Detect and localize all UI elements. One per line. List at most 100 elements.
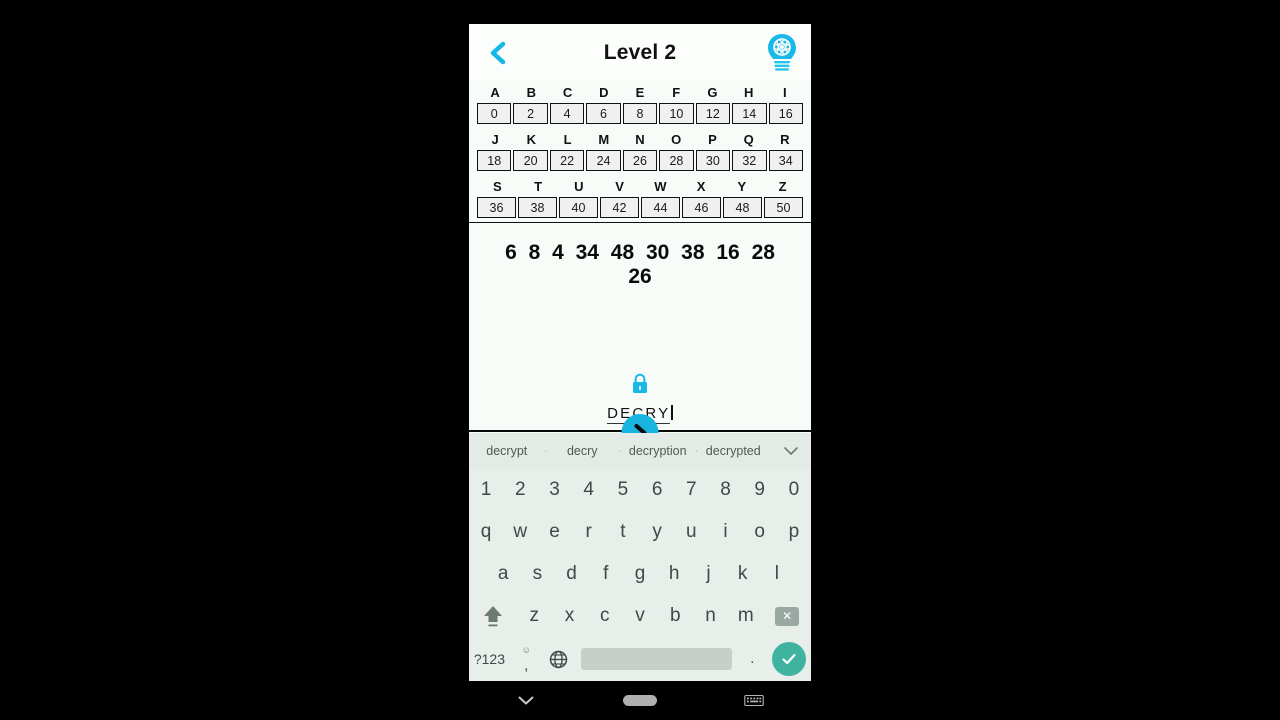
key-b[interactable]: b [658, 595, 693, 637]
cipher-value: 32 [732, 150, 767, 171]
space-key[interactable] [581, 648, 732, 670]
key-n[interactable]: n [693, 595, 728, 637]
keyboard-row-numbers: 1 2 3 4 5 6 7 8 9 0 [469, 469, 811, 511]
globe-icon [550, 650, 568, 668]
hint-button[interactable] [762, 30, 802, 76]
shift-key[interactable] [469, 595, 517, 637]
cipher-letter: R [780, 131, 790, 147]
key-c[interactable]: c [587, 595, 622, 637]
key-r[interactable]: r [572, 511, 606, 553]
emoji-icon: ☺ [521, 645, 531, 655]
key-m[interactable]: m [728, 595, 763, 637]
cipher-value: 18 [477, 150, 512, 171]
key-k[interactable]: k [726, 553, 760, 595]
key-h[interactable]: h [657, 553, 691, 595]
cipher-letter: K [526, 131, 537, 147]
cipher-letter: J [491, 131, 499, 147]
cipher-letter: S [493, 178, 502, 194]
cipher-value: 40 [559, 197, 598, 218]
virtual-keyboard: decrypt decry decryption decrypted 1 2 3… [469, 433, 811, 681]
key-w[interactable]: w [503, 511, 537, 553]
suggestion-item[interactable]: decry [544, 444, 621, 458]
key-8[interactable]: 8 [708, 469, 742, 511]
cipher-letter: W [654, 178, 667, 194]
suggestions-expand-button[interactable] [771, 446, 811, 456]
key-l[interactable]: l [760, 553, 794, 595]
key-y[interactable]: y [640, 511, 674, 553]
puzzle-code-area: 6 8 4 34 48 30 38 16 28 26 [469, 222, 811, 365]
suggestion-item[interactable]: decrypt [469, 444, 545, 458]
cipher-letter: G [707, 84, 718, 100]
key-5[interactable]: 5 [606, 469, 640, 511]
cipher-letter: O [671, 131, 682, 147]
key-3[interactable]: 3 [537, 469, 571, 511]
cipher-letter: L [563, 131, 572, 147]
key-x[interactable]: x [552, 595, 587, 637]
cipher-value: 16 [768, 103, 803, 124]
switch-keyboard-button[interactable] [697, 694, 811, 707]
key-2[interactable]: 2 [503, 469, 537, 511]
key-j[interactable]: j [691, 553, 725, 595]
cipher-letter: D [599, 84, 609, 100]
key-i[interactable]: i [708, 511, 742, 553]
hide-keyboard-button[interactable] [469, 695, 583, 706]
cipher-value: 46 [682, 197, 721, 218]
chevron-down-icon [518, 696, 534, 705]
cipher-value: 44 [641, 197, 680, 218]
key-p[interactable]: p [777, 511, 811, 553]
shift-icon [483, 606, 502, 627]
app-header: Level 2 [469, 24, 811, 81]
cipher-value: 34 [768, 150, 803, 171]
suggestion-item[interactable]: decrypted [695, 444, 772, 458]
cipher-letter: Q [743, 131, 754, 147]
cipher-value-row-3: 36 38 40 42 44 46 48 50 [477, 197, 803, 218]
cipher-value: 8 [622, 103, 658, 124]
cipher-value: 0 [477, 103, 512, 124]
page-title: Level 2 [603, 41, 677, 64]
key-e[interactable]: e [537, 511, 571, 553]
suggestion-item[interactable]: decryption [620, 444, 696, 458]
cipher-value: 26 [622, 150, 658, 171]
cipher-value: 20 [513, 150, 548, 171]
phone-screen: Level 2 A B C D E F G H I 0 2 4 6 8 10 1… [469, 24, 811, 681]
key-t[interactable]: t [606, 511, 640, 553]
lightbulb-hint-icon [768, 34, 796, 71]
symbols-key[interactable]: ?123 [469, 637, 510, 681]
key-s[interactable]: s [520, 553, 554, 595]
cipher-letter-row-3: S T U V W X Y Z [477, 175, 803, 197]
backspace-key[interactable]: ✕ [763, 595, 811, 637]
key-q[interactable]: q [469, 511, 503, 553]
cipher-value: 10 [659, 103, 694, 124]
key-0[interactable]: 0 [777, 469, 811, 511]
enter-button-circle [772, 642, 807, 676]
key-7[interactable]: 7 [674, 469, 708, 511]
cipher-value: 6 [586, 103, 621, 124]
cipher-letter: I [783, 84, 787, 100]
key-4[interactable]: 4 [572, 469, 606, 511]
comma-key[interactable]: ☺ , [510, 637, 543, 681]
key-z[interactable]: z [517, 595, 552, 637]
enter-key[interactable] [767, 642, 811, 676]
key-f[interactable]: f [589, 553, 623, 595]
cipher-value: 12 [695, 103, 731, 124]
key-d[interactable]: d [554, 553, 588, 595]
key-g[interactable]: g [623, 553, 657, 595]
language-switch-key[interactable] [543, 637, 576, 681]
key-v[interactable]: v [622, 595, 657, 637]
comma-label: , [524, 657, 529, 674]
suggestion-bar: decrypt decry decryption decrypted [469, 433, 811, 469]
key-o[interactable]: o [743, 511, 777, 553]
home-button[interactable] [583, 695, 697, 706]
key-a[interactable]: a [486, 553, 520, 595]
keyboard-row-function: ?123 ☺ , . [469, 637, 811, 681]
key-6[interactable]: 6 [640, 469, 674, 511]
text-caret [671, 405, 673, 420]
key-1[interactable]: 1 [469, 469, 503, 511]
cipher-value-row-1: 0 2 4 6 8 10 12 14 16 [477, 103, 803, 124]
period-key[interactable]: . [738, 637, 767, 681]
key-u[interactable]: u [674, 511, 708, 553]
cipher-key-table: A B C D E F G H I 0 2 4 6 8 10 12 14 16 … [469, 81, 811, 218]
key-9[interactable]: 9 [743, 469, 777, 511]
cipher-value: 48 [723, 197, 762, 218]
cipher-letter: N [635, 131, 645, 147]
